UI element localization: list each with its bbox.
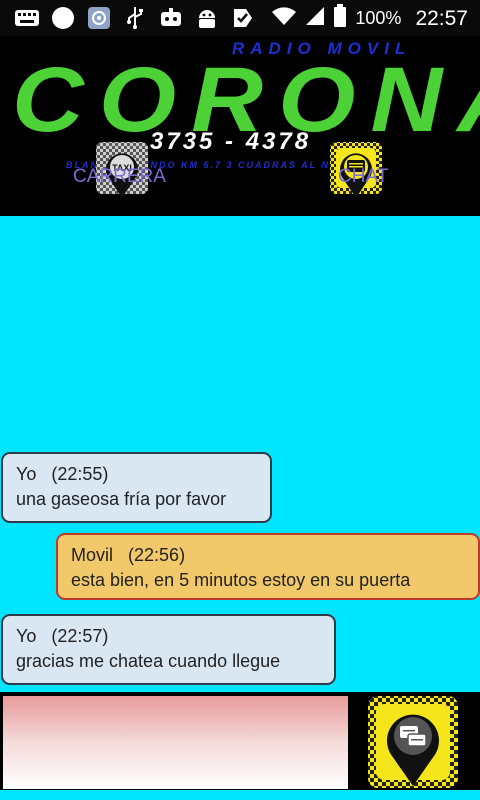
message-text: esta bien, en 5 minutos estoy en su puer…	[71, 570, 411, 590]
tab-carrera[interactable]: CARRERA	[73, 166, 166, 188]
message-time: (22:57)	[51, 626, 109, 646]
robot-icon	[158, 6, 184, 30]
brand-phone: 3735 - 4378	[150, 128, 312, 155]
message-sender: Yo	[16, 464, 37, 484]
composer-bar	[0, 692, 480, 800]
app-icon	[86, 6, 112, 30]
message-input[interactable]	[3, 696, 348, 789]
message-sender: Yo	[16, 626, 37, 646]
clock: 22:57	[415, 6, 468, 30]
battery-icon	[333, 4, 347, 33]
system-status: 100% 22:57	[271, 4, 468, 33]
circle-icon	[50, 6, 76, 30]
send-button[interactable]	[366, 694, 460, 792]
message-bubble: Yo (22:55) una gaseosa fría por favor	[1, 452, 272, 523]
bottom-strip	[0, 790, 480, 800]
tab-chat[interactable]: CHAT	[338, 166, 388, 188]
check-icon	[230, 6, 256, 30]
message-text: gracias me chatea cuando llegue	[16, 651, 281, 671]
message-time: (22:55)	[51, 464, 109, 484]
message-text: una gaseosa fría por favor	[16, 489, 227, 509]
message-meta: Movil (22:56)	[71, 543, 465, 568]
message-time: (22:56)	[128, 545, 186, 565]
message-bubble: Movil (22:56) esta bien, en 5 minutos es…	[56, 533, 480, 600]
message-bubble: Yo (22:57) gracias me chatea cuando lleg…	[1, 614, 336, 685]
battery-percent: 100%	[355, 8, 402, 28]
wifi-icon	[271, 6, 297, 31]
message-meta: Yo (22:57)	[16, 624, 321, 649]
signal-icon	[305, 6, 325, 31]
message-meta: Yo (22:55)	[16, 462, 257, 487]
android-icon	[194, 6, 220, 30]
header-divider	[0, 212, 480, 216]
message-sender: Movil	[71, 545, 114, 565]
status-bar: 100% 22:57	[0, 0, 480, 36]
usb-icon	[122, 6, 148, 30]
notification-icons	[14, 6, 256, 30]
app-header: RADIO MOVIL CORONA 3735 - 4378 BLANCO GA…	[0, 36, 480, 212]
keyboard-icon	[14, 6, 40, 30]
